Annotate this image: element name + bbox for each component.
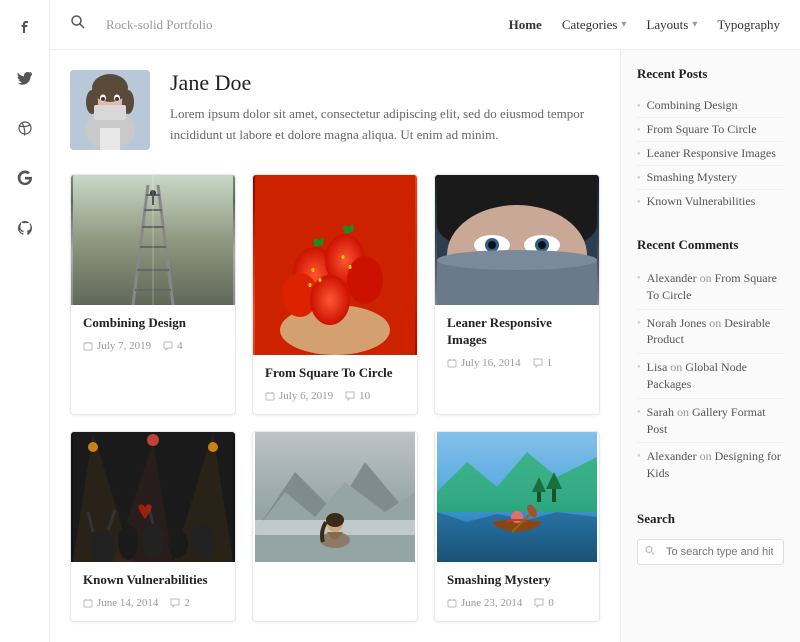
post-card[interactable]: Combining Design July 7, 2019 4 (70, 174, 236, 415)
post-meta: June 23, 2014 0 (447, 597, 587, 609)
search-input[interactable] (637, 539, 784, 565)
post-meta: July 7, 2019 4 (83, 340, 223, 352)
post-card[interactable]: Smashing Mystery June 23, 2014 0 (434, 431, 600, 622)
author-info: Jane Doe Lorem ipsum dolor sit amet, con… (170, 70, 600, 146)
author-name: Jane Doe (170, 70, 600, 96)
post-meta: July 6, 2019 10 (265, 390, 405, 402)
nav-categories[interactable]: Categories ▾ (562, 17, 627, 33)
comment-item: Alexander on From Square To Circle (637, 265, 784, 310)
nav-links: Home Categories ▾ Layouts ▾ Typography (509, 17, 780, 33)
search-form (637, 539, 784, 565)
twitter-icon[interactable] (9, 62, 41, 94)
post-image (71, 175, 235, 305)
list-item[interactable]: Leaner Responsive Images (637, 142, 784, 166)
dribbble-icon[interactable] (9, 112, 41, 144)
comment-item: Sarah on Gallery Format Post (637, 399, 784, 444)
search-title: Search (637, 511, 784, 527)
github-icon[interactable] (9, 212, 41, 244)
author-bio: Lorem ipsum dolor sit amet, consectetur … (170, 104, 600, 146)
post-comments: 0 (534, 597, 554, 609)
post-title[interactable]: Smashing Mystery (447, 572, 587, 589)
post-meta: July 16, 2014 1 (447, 357, 587, 369)
google-icon[interactable] (9, 162, 41, 194)
list-item[interactable]: Combining Design (637, 94, 784, 118)
post-image (71, 432, 235, 562)
post-card[interactable]: From Square To Circle July 6, 2019 10 (252, 174, 418, 415)
post-date: July 6, 2019 (265, 390, 333, 402)
comment-item: Alexander on Designing for Kids (637, 443, 784, 487)
nav-home[interactable]: Home (509, 17, 542, 33)
post-comments: 10 (345, 390, 370, 402)
post-card[interactable] (252, 431, 418, 622)
post-meta: June 14, 2014 2 (83, 597, 223, 609)
post-card[interactable]: Leaner Responsive Images July 16, 2014 1 (434, 174, 600, 415)
post-image (435, 432, 599, 562)
post-title[interactable]: Leaner Responsive Images (447, 315, 587, 349)
top-navigation: Rock-solid Portfolio Home Categories ▾ L… (50, 0, 800, 50)
list-item[interactable]: From Square To Circle (637, 118, 784, 142)
post-image (253, 432, 417, 562)
search-widget: Search (637, 511, 784, 565)
post-title[interactable]: From Square To Circle (265, 365, 405, 382)
post-card-body: Leaner Responsive Images July 16, 2014 1 (435, 305, 599, 381)
layouts-dropdown-arrow: ▾ (692, 19, 697, 30)
nav-typography[interactable]: Typography (717, 17, 780, 33)
post-card[interactable]: Known Vulnerabilities June 14, 2014 2 (70, 431, 236, 622)
search-icon-small (645, 544, 655, 559)
author-section: Jane Doe Lorem ipsum dolor sit amet, con… (70, 70, 600, 150)
post-comments: 2 (170, 597, 190, 609)
sidebar: Recent Posts Combining Design From Squar… (620, 50, 800, 642)
comment-item: Lisa on Global Node Packages (637, 354, 784, 399)
post-comments: 4 (163, 340, 183, 352)
posts-grid: Combining Design July 7, 2019 4 (70, 174, 600, 622)
recent-posts-title: Recent Posts (637, 66, 784, 82)
post-title[interactable]: Known Vulnerabilities (83, 572, 223, 589)
author-avatar (70, 70, 150, 150)
facebook-icon[interactable] (9, 12, 41, 44)
list-item[interactable]: Known Vulnerabilities (637, 190, 784, 213)
recent-comments-title: Recent Comments (637, 237, 784, 253)
list-item[interactable]: Smashing Mystery (637, 166, 784, 190)
nav-layouts[interactable]: Layouts ▾ (646, 17, 697, 33)
post-date: June 14, 2014 (83, 597, 158, 609)
post-date: July 7, 2019 (83, 340, 151, 352)
post-date: June 23, 2014 (447, 597, 522, 609)
post-card-body (253, 562, 417, 608)
post-date: July 16, 2014 (447, 357, 521, 369)
post-comments: 1 (533, 357, 553, 369)
post-card-body: From Square To Circle July 6, 2019 10 (253, 355, 417, 414)
recent-posts-list: Combining Design From Square To Circle L… (637, 94, 784, 213)
search-icon[interactable] (70, 14, 86, 35)
post-image (253, 175, 417, 355)
site-title: Rock-solid Portfolio (106, 17, 213, 33)
categories-dropdown-arrow: ▾ (621, 19, 626, 30)
post-card-body: Known Vulnerabilities June 14, 2014 2 (71, 562, 235, 621)
recent-posts-widget: Recent Posts Combining Design From Squar… (637, 66, 784, 213)
social-icon-bar (0, 0, 50, 642)
post-title[interactable]: Combining Design (83, 315, 223, 332)
post-card-body: Combining Design July 7, 2019 4 (71, 305, 235, 364)
post-card-body: Smashing Mystery June 23, 2014 0 (435, 562, 599, 621)
comment-item: Norah Jones on Desirable Product (637, 310, 784, 355)
main-content: Jane Doe Lorem ipsum dolor sit amet, con… (50, 50, 620, 642)
post-image (435, 175, 599, 305)
recent-comments-widget: Recent Comments Alexander on From Square… (637, 237, 784, 487)
post-title (265, 572, 405, 588)
